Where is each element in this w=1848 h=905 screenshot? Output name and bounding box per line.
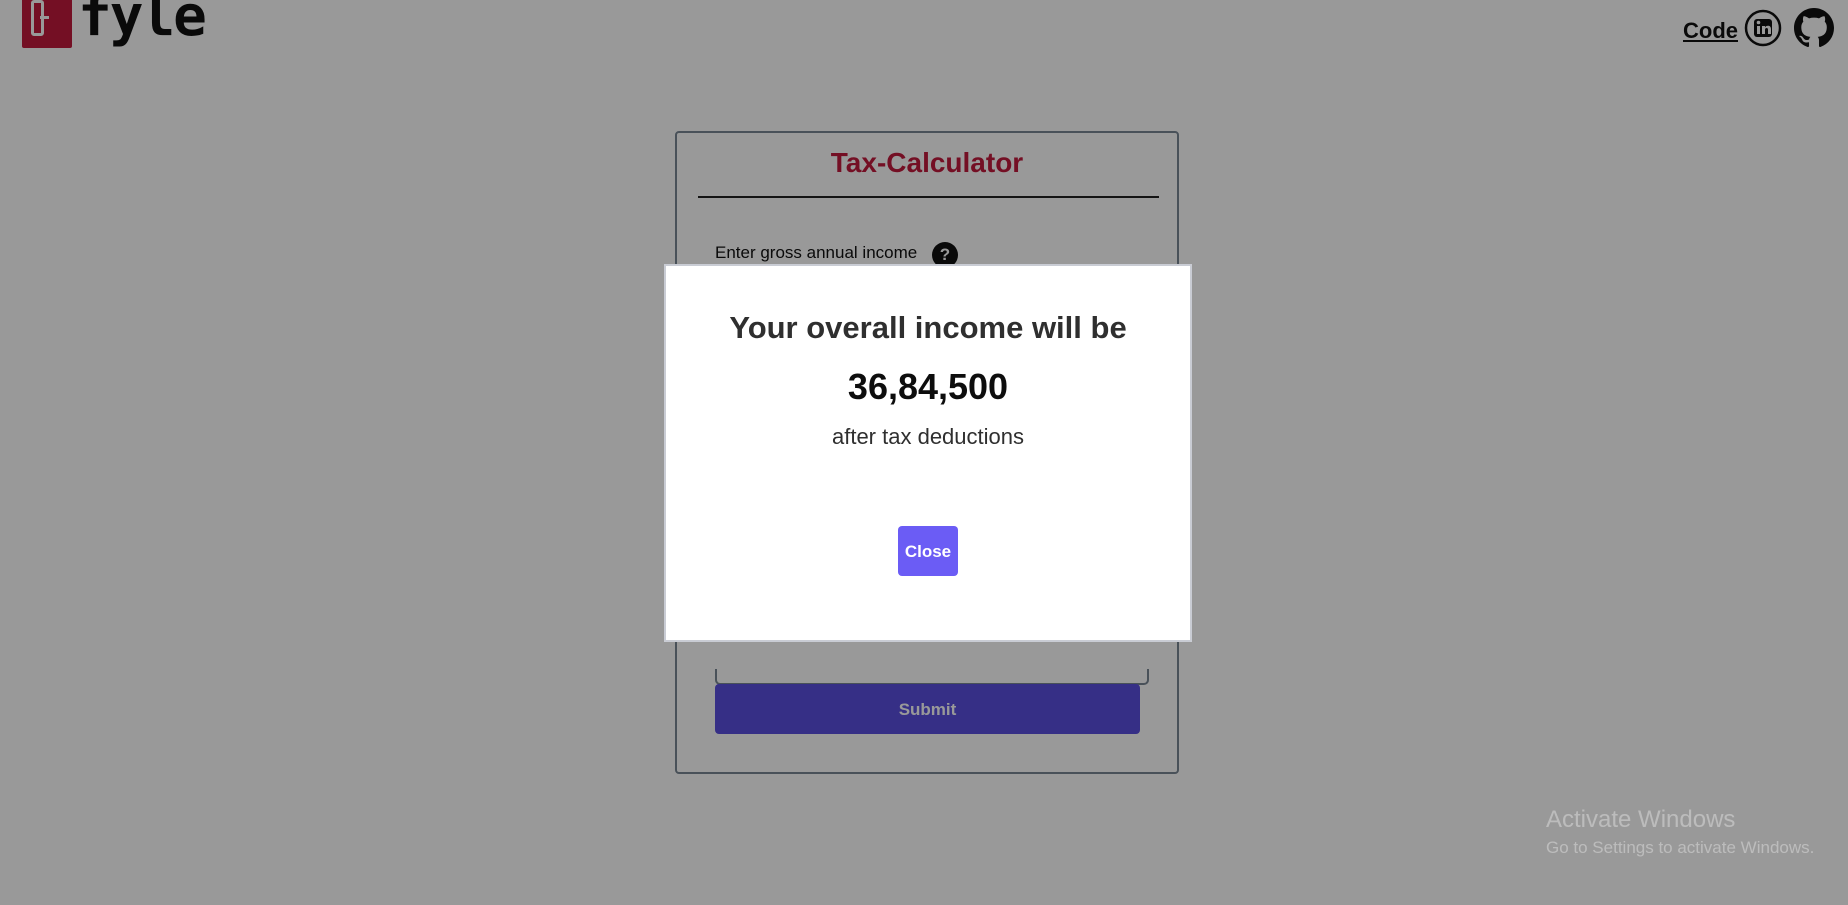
modal-subtext: after tax deductions bbox=[831, 424, 1024, 449]
windows-activation-subtitle: Go to Settings to activate Windows. bbox=[1546, 838, 1815, 857]
windows-activation-title: Activate Windows bbox=[1546, 806, 1736, 833]
result-modal: Your overall income will be 36,84,500 af… bbox=[664, 264, 1192, 642]
net-income-amount: 36,84,500 bbox=[847, 366, 1009, 407]
modal-heading: Your overall income will be bbox=[729, 310, 1127, 345]
close-button[interactable]: Close bbox=[898, 526, 958, 576]
